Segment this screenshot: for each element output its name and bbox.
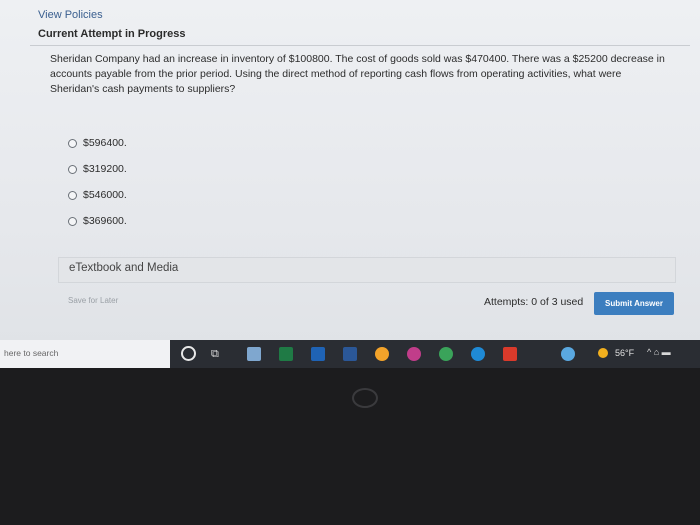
word-icon[interactable] [343,347,357,361]
outlook-icon[interactable] [311,347,325,361]
app-icon[interactable] [439,347,453,361]
radio-button[interactable] [68,138,77,148]
save-for-later-link[interactable]: Save for Later [68,296,118,305]
option-label: $596400. [83,137,127,149]
option-c[interactable]: $546000. [68,182,127,208]
excel-icon[interactable] [279,347,293,361]
cortana-icon[interactable] [181,346,196,361]
browser-screen: View Policies Current Attempt in Progres… [0,0,700,368]
task-view-icon[interactable]: ⧉ [211,348,219,361]
acrobat-icon[interactable] [503,347,517,361]
option-label: $546000. [83,189,127,201]
option-a[interactable]: $596400. [68,130,127,156]
file-explorer-icon[interactable] [247,347,261,361]
answer-options: $596400. $319200. $546000. $369600. [68,130,127,234]
view-policies-link[interactable]: View Policies [38,9,103,21]
attempts-counter: Attempts: 0 of 3 used [484,296,584,308]
help-icon[interactable] [561,347,575,361]
question-text: Sheridan Company had an increase in inve… [50,53,665,95]
option-b[interactable]: $319200. [68,156,127,182]
hp-logo-icon [352,388,378,408]
windows-taskbar: here to search ⧉ 56°F ^ ⌂ ▬ [0,340,700,368]
submit-answer-button[interactable]: Submit Answer [594,292,674,315]
powerpoint-icon[interactable] [407,347,421,361]
radio-button[interactable] [68,164,77,174]
radio-button[interactable] [68,216,77,226]
chrome-icon[interactable] [375,347,389,361]
weather-temperature[interactable]: 56°F [615,348,634,358]
option-d[interactable]: $369600. [68,208,127,234]
option-label: $319200. [83,163,127,175]
radio-button[interactable] [68,190,77,200]
divider [30,45,690,46]
option-label: $369600. [83,215,127,227]
taskbar-search-input[interactable]: here to search [0,340,170,368]
weather-icon[interactable] [598,348,608,358]
current-attempt-heading: Current Attempt in Progress [38,28,186,40]
system-tray[interactable]: ^ ⌂ ▬ [647,347,671,357]
etextbook-button[interactable]: eTextbook and Media [58,257,676,283]
edge-icon[interactable] [471,347,485,361]
